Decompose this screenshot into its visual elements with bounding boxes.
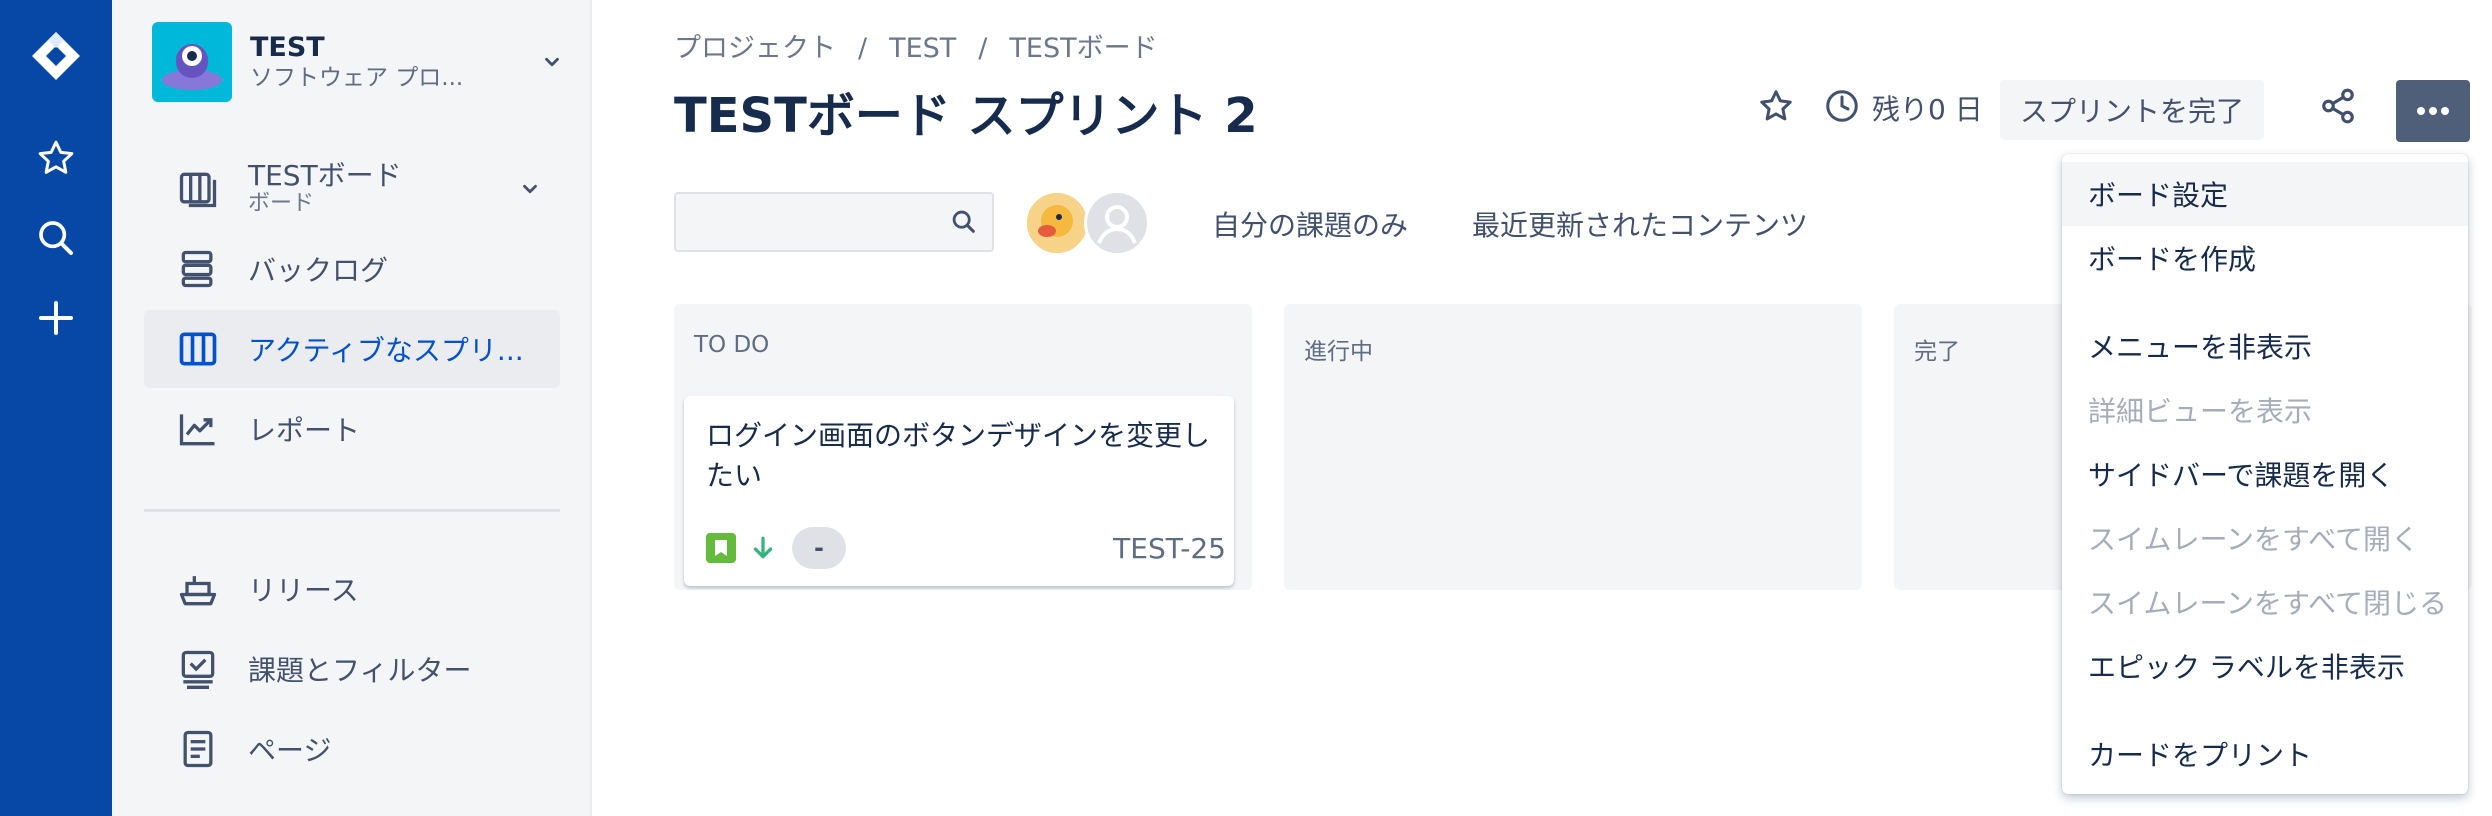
sidebar-item-pages[interactable]: ページ (144, 710, 560, 788)
story-icon (706, 533, 736, 563)
sidebar-item-board-switcher[interactable]: TESTボード ボード (144, 150, 560, 228)
menu-item-hide-epic-labels[interactable]: エピック ラベルを非表示 (2062, 634, 2468, 698)
project-switcher[interactable]: TEST ソフトウェア プロ... (152, 20, 572, 104)
sidebar-item-label: アクティブなスプリ... (248, 334, 524, 367)
sidebar-item-releases[interactable]: リリース (144, 550, 560, 628)
breadcrumb-item[interactable]: TEST (889, 33, 956, 64)
breadcrumb-separator: / (858, 33, 868, 64)
story-points-badge: - (792, 527, 846, 569)
column-title: 完了 (1914, 339, 1960, 365)
more-actions-button[interactable] (2396, 80, 2470, 142)
breadcrumb-separator: / (978, 33, 988, 64)
board-type: ボード (248, 191, 315, 216)
search-icon[interactable] (24, 206, 88, 270)
menu-item-show-detail-view: 詳細ビューを表示 (2088, 395, 2313, 428)
sidebar-item-label: ページ (248, 734, 332, 767)
board-column-in-progress: 進行中 (1284, 304, 1862, 590)
issue-key[interactable]: TEST-25 (1113, 532, 1226, 565)
board-search (674, 192, 994, 252)
menu-item-open-issue-in-sidebar[interactable]: サイドバーで課題を開く (2062, 442, 2468, 506)
breadcrumb: プロジェクト / TEST / TESTボード (674, 26, 1158, 65)
sidebar-item-reports[interactable]: レポート (144, 390, 560, 468)
pages-icon (174, 725, 222, 773)
chevron-down-icon[interactable] (510, 169, 550, 209)
sidebar-item-label: バックログ (248, 254, 389, 287)
sidebar-item-label: 課題とフィルター (248, 654, 472, 687)
sidebar-item-active-sprints[interactable]: アクティブなスプリ... (144, 310, 560, 388)
sidebar-item-label: レポート (248, 414, 361, 447)
more-icon (2417, 107, 2449, 115)
menu-item-expand-all-swimlanes: スイムレーンをすべて開く (2088, 523, 2419, 556)
priority-low-icon (748, 533, 778, 563)
complete-sprint-button[interactable]: スプリントを完了 (2000, 80, 2264, 140)
menu-item-create-board[interactable]: ボードを作成 (2062, 226, 2468, 290)
project-type: ソフトウェア プロ... (250, 65, 464, 91)
quick-filter-only-my-issues[interactable]: 自分の課題のみ (1212, 204, 1408, 244)
backlog-icon (174, 245, 222, 293)
user-avatar-duck[interactable] (1024, 190, 1090, 256)
project-name: TEST (250, 32, 325, 63)
breadcrumb-item[interactable]: プロジェクト (674, 33, 836, 64)
sprint-remaining: 残り0 日 (1872, 93, 1983, 126)
page-title: TESTボード スプリント 2 (674, 88, 1258, 144)
breadcrumb-item[interactable]: TESTボード (1009, 33, 1157, 64)
chevron-down-icon[interactable] (532, 42, 572, 82)
menu-item-hide-menu[interactable]: メニューを非表示 (2062, 314, 2468, 378)
sidebar-divider (144, 509, 560, 512)
menu-item-print-cards[interactable]: カードをプリント (2062, 722, 2468, 786)
card-footer: - TEST-25 (706, 526, 1226, 570)
clock-icon (1822, 84, 1862, 128)
sidebar-item-backlog[interactable]: バックログ (144, 230, 560, 308)
active-sprint-icon (174, 325, 222, 373)
plus-icon[interactable] (24, 286, 88, 350)
star-icon[interactable] (24, 126, 88, 190)
project-sidebar: TEST ソフトウェア プロ... TESTボード ボード バックログ アクティ… (112, 0, 592, 816)
project-avatar (152, 22, 232, 102)
card-summary: ログイン画面のボタンデザインを変更したい (706, 419, 1211, 492)
jira-logo-icon[interactable] (24, 24, 88, 88)
menu-item-collapse-all-swimlanes: スイムレーンをすべて閉じる (2088, 587, 2447, 620)
search-input[interactable] (676, 194, 936, 250)
column-title: 進行中 (1304, 339, 1373, 365)
star-icon[interactable] (1754, 84, 1798, 128)
board-column-todo: TO DO ログイン画面のボタンデザインを変更したい - TEST-25 (674, 304, 1252, 590)
board-icon (174, 165, 222, 213)
share-icon[interactable] (2316, 84, 2360, 128)
search-icon (952, 210, 975, 233)
issues-filters-icon (174, 645, 222, 693)
more-actions-menu: ボード設定 ボードを作成 メニューを非表示 詳細ビューを表示 サイドバーで課題を… (2062, 154, 2468, 794)
releases-icon (174, 565, 222, 613)
sidebar-item-issues-filters[interactable]: 課題とフィルター (144, 630, 560, 708)
column-title: TO DO (694, 332, 770, 358)
issue-card[interactable]: ログイン画面のボタンデザインを変更したい - TEST-25 (684, 396, 1234, 586)
sidebar-item-label: リリース (248, 574, 359, 607)
user-avatar-default[interactable] (1084, 190, 1150, 256)
quick-filter-recently-updated[interactable]: 最近更新されたコンテンツ (1472, 204, 1808, 244)
board-name: TESTボード (248, 159, 402, 192)
global-nav (0, 0, 112, 816)
reports-icon (174, 405, 222, 453)
menu-item-board-settings[interactable]: ボード設定 (2062, 162, 2468, 226)
